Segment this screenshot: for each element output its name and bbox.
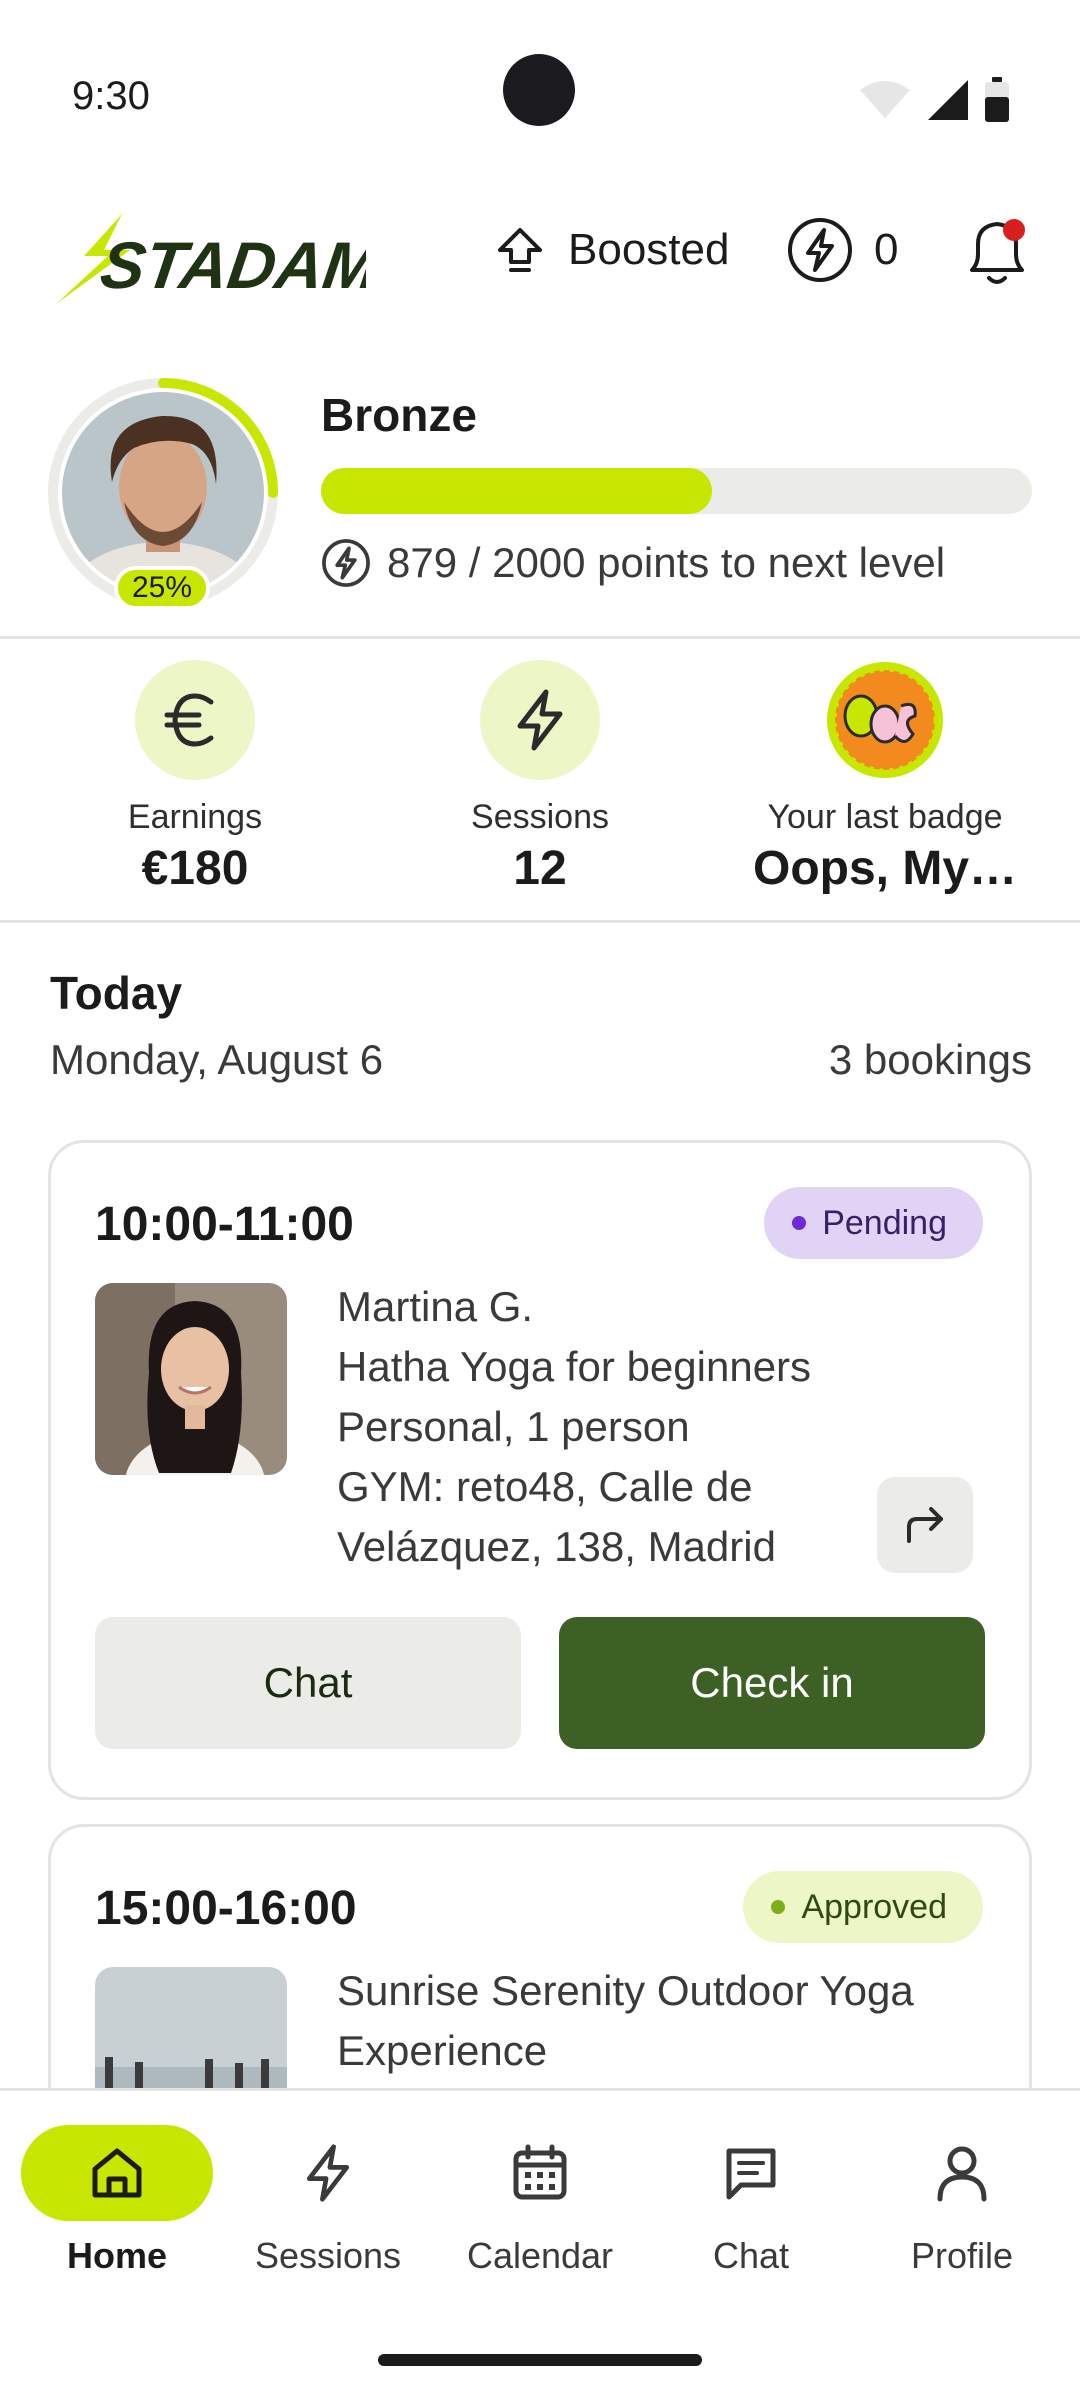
euro-icon	[135, 660, 255, 780]
nav-label: Sessions	[254, 2235, 402, 2276]
nav-calendar[interactable]: Calendar	[440, 2125, 640, 2277]
stat-sessions[interactable]: Sessions 12	[390, 660, 690, 896]
stat-label: Your last badge	[767, 798, 1003, 836]
status-icons	[858, 76, 1010, 124]
stat-value: 12	[513, 842, 567, 895]
booking-details: Martina G. Hatha Yoga for beginners Pers…	[337, 1277, 811, 1577]
divider	[0, 636, 1080, 639]
status-dot	[771, 1900, 786, 1914]
directions-button[interactable]	[877, 1477, 973, 1573]
today-date: Monday, August 6	[50, 1036, 384, 1083]
battery-icon	[985, 77, 1009, 122]
nav-chat[interactable]: Chat	[651, 2125, 851, 2277]
level-section: 25% Bronze 879 / 2000 points to next lev…	[0, 370, 1080, 635]
notification-bell-icon[interactable]	[962, 214, 1032, 288]
divider	[0, 920, 1080, 923]
stat-label: Sessions	[471, 798, 609, 836]
app-header: STADAMI Boosted 0	[0, 190, 1080, 320]
status-bar: 9:30	[0, 0, 1080, 190]
boosted-indicator[interactable]: Boosted	[494, 220, 729, 280]
stadami-logo: STADAMI	[56, 214, 366, 304]
session-location: GYM: reto48, Calle de	[337, 1463, 753, 1510]
status-time: 9:30	[72, 74, 150, 118]
client-photo	[95, 1283, 287, 1475]
level-progress-fill	[321, 468, 713, 514]
camera-cutout	[503, 54, 575, 126]
booking-time: 10:00-11:00	[95, 1198, 354, 1251]
bolt-circle-icon	[788, 218, 852, 282]
level-name: Bronze	[321, 389, 477, 441]
client-photo-image	[95, 1283, 287, 1475]
bookings-count: 3 bookings	[828, 1036, 1032, 1083]
bolt-icon	[480, 660, 600, 780]
level-percent-badge: 25%	[114, 566, 210, 610]
boosted-label: Boosted	[568, 225, 730, 274]
stat-last-badge[interactable]: Your last badge Oops, My…	[735, 660, 1035, 896]
section-title: Today	[50, 967, 183, 1019]
home-icon	[21, 2125, 213, 2221]
stat-value: Oops, My…	[752, 842, 1018, 895]
nav-label: Home	[66, 2235, 168, 2276]
share-arrow-icon	[907, 1507, 943, 1543]
client-name: Martina G.	[337, 1283, 534, 1330]
bolt-icon	[232, 2125, 424, 2221]
session-title: Hatha Yoga for beginners	[337, 1343, 812, 1390]
nav-sessions[interactable]: Sessions	[228, 2125, 428, 2277]
stat-earnings[interactable]: Earnings €180	[45, 660, 345, 896]
oops-badge	[825, 660, 945, 780]
bolt-circle-icon	[322, 539, 370, 587]
nav-profile[interactable]: Profile	[862, 2125, 1062, 2277]
session-title-line2: Experience	[337, 2027, 548, 2074]
boost-arrow-icon	[498, 228, 542, 272]
wifi-icon	[860, 81, 910, 118]
user-avatar[interactable]	[62, 392, 264, 594]
points-counter[interactable]: 0	[786, 216, 898, 284]
points-to-next-level: 879 / 2000 points to next level	[321, 538, 945, 588]
session-type: Personal, 1 person	[337, 1403, 690, 1450]
status-label: Pending	[822, 1203, 947, 1242]
booking-time: 15:00-16:00	[95, 1882, 357, 1935]
nav-home[interactable]: Home	[17, 2125, 217, 2277]
notification-dot	[1003, 219, 1025, 241]
booking-details: Sunrise Serenity Outdoor Yoga Experience	[337, 1961, 914, 2081]
nav-label: Calendar	[466, 2235, 614, 2276]
session-location-line2: Velázquez, 138, Madrid	[337, 1523, 776, 1570]
booking-card[interactable]: 10:00-11:00 Pending Martina G. Hatha Yog…	[48, 1140, 1032, 1800]
status-badge: Approved	[743, 1871, 983, 1943]
user-avatar-image	[62, 392, 264, 594]
stat-value: €180	[141, 842, 249, 895]
chat-button[interactable]: Chat	[95, 1617, 521, 1749]
cellular-signal-icon	[928, 80, 968, 120]
level-progress-bar	[321, 468, 1032, 514]
logo-wordmark: STADAMI	[96, 229, 366, 303]
status-dot	[792, 1216, 807, 1230]
status-badge: Pending	[764, 1187, 983, 1259]
status-label: Approved	[801, 1887, 947, 1926]
check-in-button[interactable]: Check in	[559, 1617, 985, 1749]
profile-icon	[866, 2125, 1058, 2221]
stat-label: Earnings	[127, 798, 263, 836]
home-indicator[interactable]	[378, 2354, 702, 2366]
points-text: 879 / 2000 points to next level	[387, 539, 946, 586]
session-title: Sunrise Serenity Outdoor Yoga	[337, 1967, 914, 2014]
calendar-icon	[444, 2125, 636, 2221]
stats-row: Earnings €180 Sessions 12 Your last badg…	[0, 640, 1080, 920]
chat-icon	[655, 2125, 847, 2221]
points-count: 0	[874, 225, 899, 274]
nav-label: Chat	[712, 2235, 790, 2276]
nav-label: Profile	[910, 2235, 1014, 2276]
